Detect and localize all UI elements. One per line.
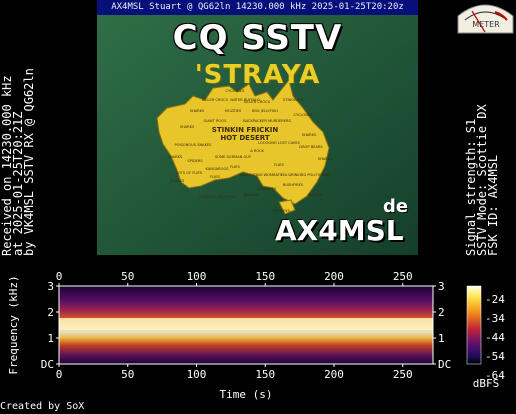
straya-heading: 'STRAYA xyxy=(194,60,321,90)
map-label: THE BOYS xyxy=(271,209,291,213)
x-ticks-top: 0 50 100 150 200 250 xyxy=(56,270,413,286)
map-label: MOZZIES xyxy=(225,109,242,113)
sstv-image: CYCLONES KILLER CROCS WATER BUFFALO KILLER … xyxy=(97,0,418,255)
map-label: STINGING JELLYFISH xyxy=(199,195,235,199)
sstv-header-bar: AX4MSL Stuart @ QG62ln 14230.000 kHz 202… xyxy=(97,0,418,15)
map-label: STINKIN FRICKIN xyxy=(212,126,279,134)
colorbar-tick-label: -44 xyxy=(485,331,505,344)
y-tick-left-label: DC xyxy=(41,358,54,371)
spectrogram: 0 50 100 150 200 250 0 50 100 150 200 250 3 3 2 2 1 1 DC… xyxy=(7,270,505,401)
x-tick-top-label: 200 xyxy=(324,270,344,283)
y-tick-right-label: 1 xyxy=(438,332,445,345)
map-label: DROP BEARS xyxy=(299,145,323,149)
s-meter-icon: METER xyxy=(457,4,514,34)
map-label: KILLER CROCS xyxy=(202,98,229,102)
reception-info: Received on 14230.000 kHz at 2025-01-25T… xyxy=(0,68,36,256)
x-tick-bottom-label: 0 xyxy=(56,368,63,381)
map-label: GIANT ROOS xyxy=(204,119,227,123)
map-label: LOOOONG LOST CAVES xyxy=(258,141,301,145)
y-axis-title: Frequency (kHz) xyxy=(7,275,20,374)
spectrogram-plot xyxy=(58,285,434,365)
colorbar xyxy=(466,285,482,365)
map-label: FLIES xyxy=(274,163,284,167)
x-tick-top-label: 100 xyxy=(187,270,207,283)
map-label: BUSHFIRES xyxy=(283,183,304,187)
colorbar-ticks: -24-34-44-54-64 xyxy=(485,293,505,382)
colorbar-tick-label: -24 xyxy=(485,293,505,306)
map-label: SHARKS xyxy=(318,157,333,161)
signal-info: Signal strength: S1 SSTV Mode: Scottie D… xyxy=(464,104,500,256)
colorbar-tick-label: -54 xyxy=(485,350,505,363)
colorbar-tick-label: -34 xyxy=(485,312,505,325)
x-tick-top-label: 250 xyxy=(393,270,413,283)
x-tick-top-label: 50 xyxy=(121,270,134,283)
cq-sstv-title: CQ SSTV xyxy=(172,18,343,58)
meter-label: METER xyxy=(472,20,500,29)
x-tick-bottom-label: 100 xyxy=(187,368,207,381)
map-label: CONVICTS xyxy=(258,187,277,191)
x-tick-bottom-label: 250 xyxy=(393,368,413,381)
map-label: MAN-EATING WOMBATS xyxy=(240,173,283,177)
fsk-id: FSK ID: AX4MSL xyxy=(486,154,500,256)
y-tick-right-label: 2 xyxy=(438,306,445,319)
x-axis-title: Time (s) xyxy=(220,388,273,401)
map-label: BACKPACKER MURDERERS xyxy=(243,119,291,123)
map-label: KANGAROOS xyxy=(205,167,229,171)
x-tick-bottom-label: 150 xyxy=(255,368,275,381)
y-tick-right-label: 3 xyxy=(438,280,445,293)
x-tick-top-label: 150 xyxy=(255,270,275,283)
y-tick-left-label: 3 xyxy=(47,280,54,293)
map-label: SHARKS xyxy=(302,133,317,137)
map-label: SHARKS xyxy=(170,179,185,183)
y-tick-left-label: 1 xyxy=(47,332,54,345)
map-label: SOME GERMAN GUY xyxy=(215,155,252,159)
map-label: BOX JELLYFISH xyxy=(252,109,278,113)
map-label: KILLER CROCS xyxy=(244,100,271,104)
map-label: SHARKS xyxy=(244,193,259,197)
sync-tone-band xyxy=(59,318,433,330)
y-tick-right-label: DC xyxy=(438,358,451,371)
map-label: FLIES xyxy=(230,165,240,169)
x-ticks-bottom: 0 50 100 150 200 250 xyxy=(56,364,413,381)
map-label: A ROCK xyxy=(250,149,264,153)
callsign-label: AX4MSL xyxy=(275,214,404,247)
x-tick-top-label: 0 xyxy=(56,270,63,283)
map-label: SHARKS xyxy=(190,109,205,113)
map-label: STINGRAYS xyxy=(283,98,304,102)
x-tick-bottom-label: 200 xyxy=(324,368,344,381)
credit-text: Created by SoX xyxy=(0,401,85,412)
colorbar-unit: dBFS xyxy=(473,377,500,390)
x-tick-bottom-label: 50 xyxy=(121,368,134,381)
map-label: LOTS OF FLIES xyxy=(176,171,203,175)
map-label: CYCLONES xyxy=(294,113,314,117)
map-label: SPIDERS xyxy=(187,159,203,163)
receiver-station: by VK4MSL SSTV RX @ QG62ln xyxy=(22,68,36,256)
map-label: SHARKS xyxy=(308,193,323,197)
map-label: POISONOUS SNAKES xyxy=(174,143,212,147)
y-tick-left-label: 2 xyxy=(47,306,54,319)
map-label: TEA DRINKING POLITICIANS xyxy=(279,173,330,177)
map-label: SHARKS xyxy=(168,155,183,159)
map-label: SHARKS xyxy=(180,125,195,129)
map-label: FLIES xyxy=(210,175,220,179)
